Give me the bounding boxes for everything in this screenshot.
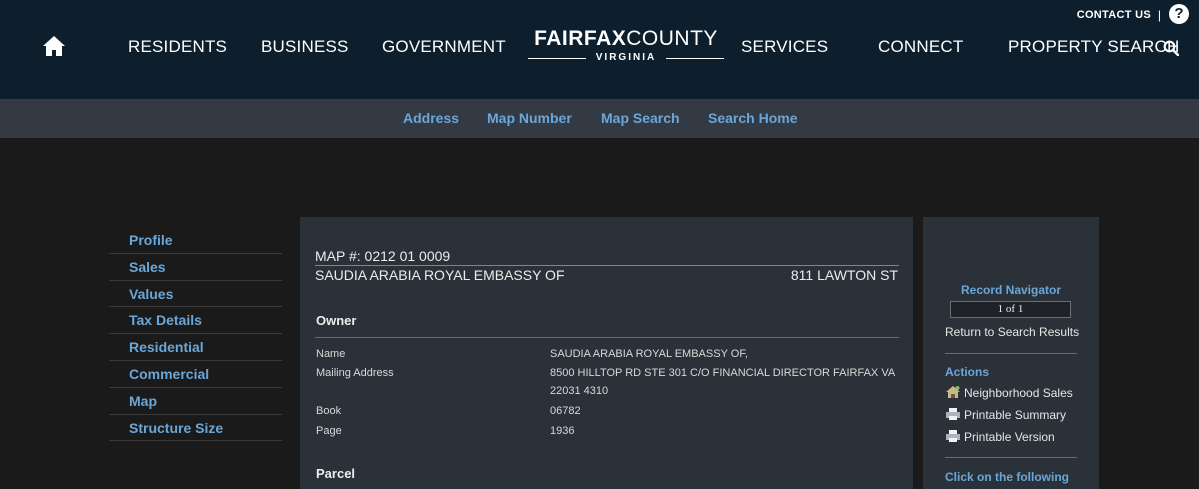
header-separator: | — [1157, 8, 1161, 22]
book-value: 06782 — [550, 405, 581, 417]
help-icon[interactable]: ? — [1169, 4, 1189, 24]
map-number: MAP #: 0212 01 0009 — [315, 248, 451, 264]
header-divider — [315, 265, 899, 266]
sidebar-item-commercial[interactable]: Commercial — [109, 361, 282, 388]
record-owner-name: SAUDIA ARABIA ROYAL EMBASSY OF — [315, 267, 565, 283]
nav-residents[interactable]: RESIDENTS — [128, 37, 227, 57]
neighborhood-sales-link[interactable]: Neighborhood Sales — [945, 385, 1073, 400]
book-label: Book — [316, 405, 342, 417]
logo-main-light: COUNTY — [626, 27, 718, 50]
subnav-address[interactable]: Address — [403, 110, 459, 126]
printable-summary-label: Printable Summary — [964, 408, 1067, 422]
record-navigator-title: Record Navigator — [960, 283, 1062, 297]
mailing-address-value: 8500 HILLTOP RD STE 301 C/O FINANCIAL DI… — [550, 367, 895, 397]
site-header: CONTACT US | ? RESIDENTS BUSINESS GOVERN… — [0, 0, 1199, 99]
actions-title: Actions — [945, 365, 990, 379]
printable-summary-link[interactable]: Printable Summary — [945, 407, 1066, 422]
owner-section-divider — [315, 337, 899, 338]
owner-name-value: SAUDIA ARABIA ROYAL EMBASSY OF, — [550, 348, 748, 360]
actions-divider — [945, 457, 1077, 458]
click-following-title: Click on the following — [945, 470, 1069, 484]
printer-icon — [946, 430, 960, 442]
sidebar-item-profile[interactable]: Profile — [109, 227, 282, 254]
nav-property-search[interactable]: PROPERTY SEARCH — [1008, 37, 1179, 57]
printable-version-label: Printable Version — [964, 430, 1055, 444]
printer-icon — [946, 408, 960, 420]
search-icon[interactable] — [1163, 40, 1179, 56]
sidebar-item-sales[interactable]: Sales — [109, 254, 282, 281]
record-navigator-panel: Record Navigator 1 of 1 Return to Search… — [923, 217, 1099, 489]
sidebar-item-tax-details[interactable]: Tax Details — [109, 307, 282, 335]
neighborhood-sales-label: Neighborhood Sales — [964, 386, 1073, 400]
subnav-search-home[interactable]: Search Home — [708, 110, 797, 126]
mailing-address-label: Mailing Address — [316, 367, 394, 379]
record-sidebar: Profile Sales Values Tax Details Residen… — [109, 227, 282, 442]
home-icon[interactable] — [42, 35, 66, 57]
sidebar-item-residential[interactable]: Residential — [109, 334, 282, 361]
nav-connect[interactable]: CONNECT — [878, 37, 963, 57]
record-main-panel: MAP #: 0212 01 0009 SAUDIA ARABIA ROYAL … — [300, 217, 913, 489]
page-label: Page — [316, 425, 342, 437]
sidebar-item-structure-size[interactable]: Structure Size — [109, 415, 282, 442]
printable-version-link[interactable]: Printable Version — [945, 429, 1055, 444]
parcel-section-title: Parcel — [316, 466, 356, 481]
property-search-subnav: Address Map Number Map Search Search Hom… — [0, 99, 1199, 138]
nav-services[interactable]: SERVICES — [741, 37, 828, 57]
sidebar-item-map[interactable]: Map — [109, 388, 282, 415]
subnav-map-search[interactable]: Map Search — [601, 110, 680, 126]
record-address: 811 LAWTON ST — [790, 267, 898, 283]
sidebar-item-values[interactable]: Values — [109, 281, 282, 308]
fairfax-county-logo[interactable]: FAIRFAXCOUNTY VIRGINIA — [528, 28, 724, 68]
page-value: 1936 — [550, 425, 575, 437]
subnav-map-number[interactable]: Map Number — [487, 110, 572, 126]
owner-section-title: Owner — [316, 313, 357, 328]
nav-business[interactable]: BUSINESS — [261, 37, 349, 57]
neighborhood-icon — [946, 386, 960, 398]
return-to-search-results-link[interactable]: Return to Search Results — [945, 325, 1079, 339]
nav-government[interactable]: GOVERNMENT — [382, 37, 506, 57]
logo-subtitle: VIRGINIA — [528, 52, 724, 63]
owner-name-label: Name — [316, 348, 346, 360]
contact-us-link[interactable]: CONTACT US — [1077, 9, 1151, 21]
record-position-field[interactable]: 1 of 1 — [950, 301, 1071, 318]
logo-main-bold: FAIRFAX — [534, 27, 627, 50]
navigator-divider — [945, 353, 1077, 354]
